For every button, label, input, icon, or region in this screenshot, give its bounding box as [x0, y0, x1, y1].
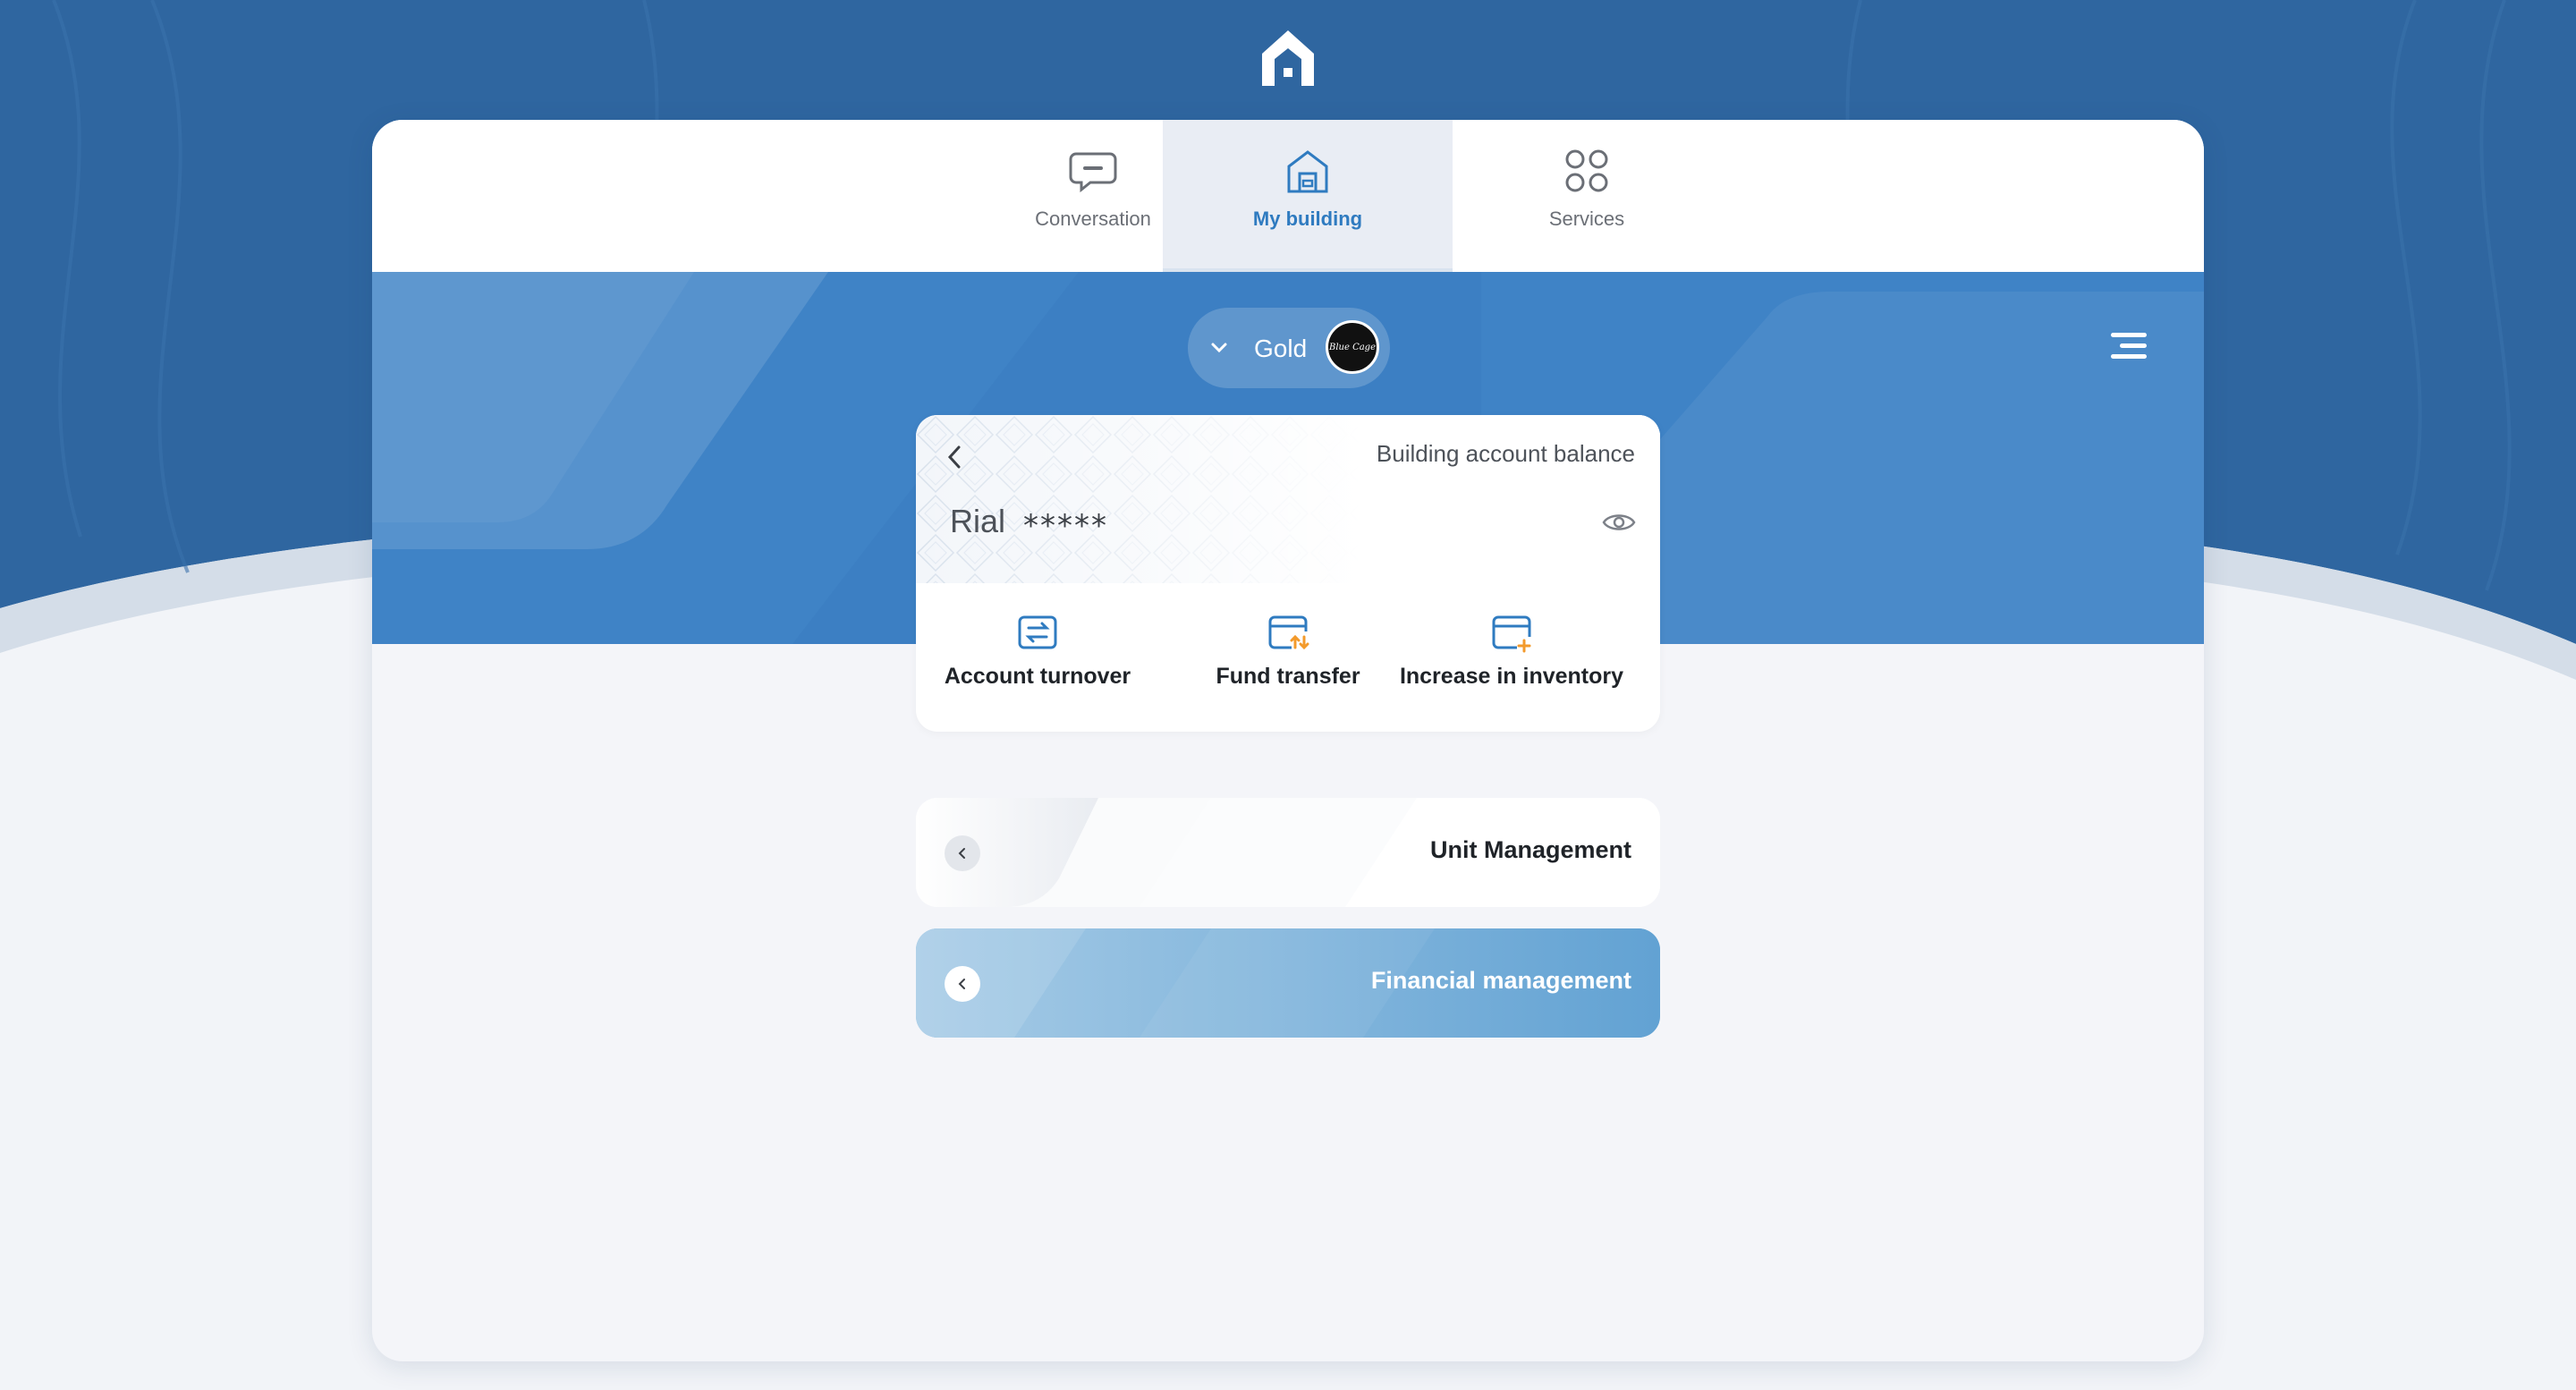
- main-card: Conversation My building Services Gold B…: [372, 120, 2204, 1361]
- panel-label: Financial management: [1370, 967, 1631, 994]
- menu-icon[interactable]: [2107, 331, 2148, 361]
- turnover-icon: [1018, 615, 1057, 649]
- tab-services[interactable]: Services: [1442, 120, 1732, 272]
- avatar-text: Blue Cage: [1328, 342, 1377, 352]
- financial-management-panel[interactable]: Financial management: [916, 928, 1660, 1038]
- selector-label: Gold: [1254, 335, 1308, 362]
- tab-my-building[interactable]: My building: [1163, 120, 1453, 272]
- increase-inventory-button[interactable]: Increase in inventory: [1391, 612, 1632, 710]
- panel-label: Unit Management: [1429, 836, 1631, 863]
- account-selector[interactable]: Gold Blue Cage: [1188, 308, 1390, 388]
- chat-icon: [1069, 152, 1117, 193]
- tab-label: My building: [1252, 208, 1363, 230]
- tab-label: Services: [1548, 208, 1625, 230]
- fund-transfer-icon: [1268, 615, 1309, 650]
- fund-transfer-button[interactable]: Fund transfer: [1167, 612, 1409, 710]
- balance-title: Building account balance: [1376, 440, 1635, 467]
- chevron-left-icon: [945, 835, 980, 871]
- currency-label: Rial: [950, 503, 1006, 539]
- eye-icon[interactable]: [1601, 508, 1637, 537]
- action-label: Account turnover: [944, 664, 1131, 689]
- masked-balance: *****: [1023, 508, 1108, 544]
- action-label: Increase in inventory: [1399, 664, 1624, 689]
- increase-inventory-icon: [1492, 615, 1531, 653]
- tab-bar: Conversation My building Services: [372, 120, 2204, 272]
- chevron-left-icon: [945, 966, 980, 1002]
- action-label: Fund transfer: [1216, 664, 1360, 689]
- grid-icon: [1565, 149, 1608, 192]
- balance-card: Building account balance Rial ***** Acco…: [916, 415, 1660, 732]
- avatar: Blue Cage: [1326, 320, 1379, 374]
- tab-label: Conversation: [1035, 208, 1151, 230]
- back-icon[interactable]: [943, 442, 966, 472]
- chevron-down-icon: [1211, 343, 1227, 353]
- app-logo-icon: [1262, 30, 1314, 86]
- building-icon: [1287, 150, 1328, 193]
- unit-management-panel[interactable]: Unit Management: [916, 798, 1660, 907]
- account-turnover-button[interactable]: Account turnover: [916, 612, 1186, 710]
